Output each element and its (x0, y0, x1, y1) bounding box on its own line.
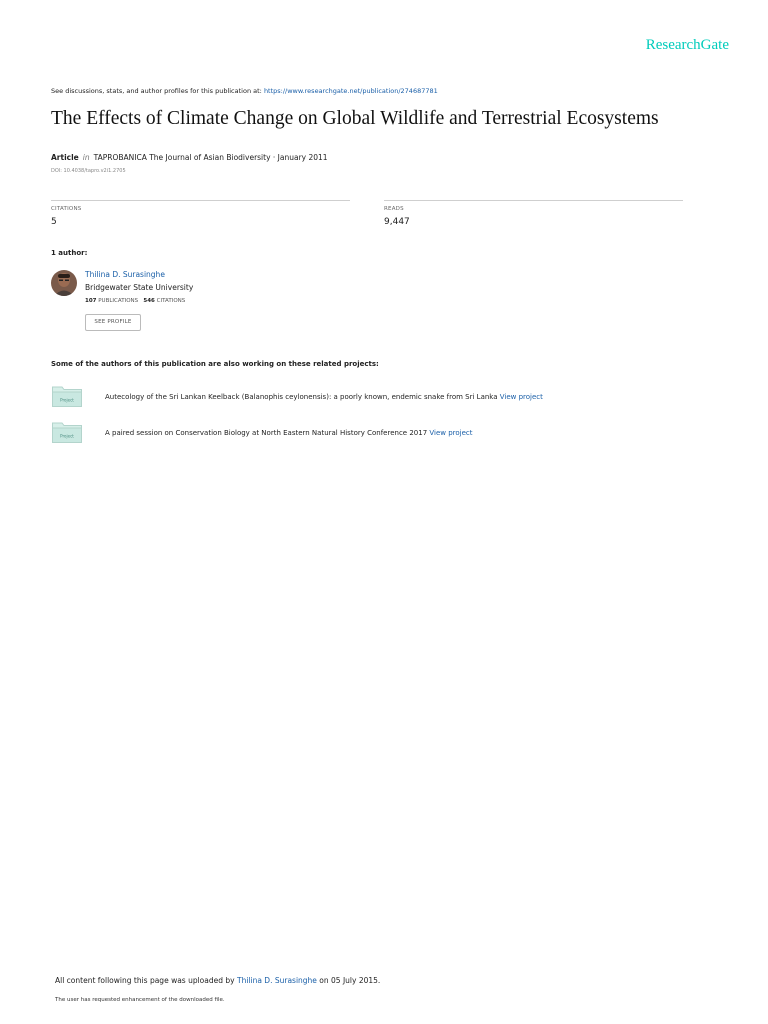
author-publications-label: PUBLICATIONS (98, 298, 139, 304)
project-title: Autecology of the Sri Lankan Keelback (B… (105, 393, 500, 401)
view-project-link[interactable]: View project (500, 393, 543, 401)
view-project-link[interactable]: View project (429, 429, 472, 437)
author-citations-label: CITATIONS (156, 298, 186, 304)
article-meta: Article in TAPROBANICA The Journal of Asia… (51, 153, 328, 162)
discussion-line: See discussions, stats, and author profi… (51, 87, 438, 95)
upload-notice: All content following this page was uplo… (55, 976, 380, 985)
article-doi: DOI: 10.4038/tapro.v2i1.2705 (51, 168, 126, 174)
upload-suffix: on 05 July 2015. (316, 976, 381, 985)
uploader-link[interactable]: Thilina D. Surasinghe (237, 976, 317, 985)
author-stats: 107 PUBLICATIONS 546 CITATIONS (85, 298, 185, 304)
author-name-link[interactable]: Thilina D. Surasinghe (85, 270, 165, 279)
author-publications-count: 107 (85, 298, 97, 304)
related-projects-heading: Some of the authors of this publication … (51, 360, 379, 368)
project-item: Autecology of the Sri Lankan Keelback (B… (105, 393, 543, 401)
discussion-text: See discussions, stats, and author profi… (51, 87, 264, 95)
article-title: The Effects of Climate Change on Global … (51, 108, 659, 129)
authors-heading: 1 author: (51, 249, 88, 257)
project-item: A paired session on Conservation Biology… (105, 429, 473, 437)
author-citations-count: 546 (143, 298, 155, 304)
author-institution: Bridgewater State University (85, 283, 194, 292)
citations-divider (51, 200, 350, 201)
researchgate-logo[interactable]: ResearchGate (646, 37, 729, 54)
project-title: A paired session on Conservation Biology… (105, 429, 430, 437)
enhancement-note: The user has requested enhancement of th… (55, 997, 225, 1003)
reads-value: 9,447 (384, 217, 410, 227)
in-word: in (82, 153, 90, 162)
reads-label: READS (384, 206, 404, 212)
project-icon-label: Project (60, 398, 74, 403)
journal-and-date: TAPROBANICA The Journal of Asian Biodive… (93, 153, 328, 162)
project-folder-icon[interactable]: Project (51, 420, 83, 448)
citations-value: 5 (51, 217, 57, 227)
publication-url-link[interactable]: https://www.researchgate.net/publication… (264, 87, 438, 95)
upload-prefix: All content following this page was uplo… (55, 976, 237, 985)
project-folder-icon[interactable]: Project (51, 384, 83, 412)
see-profile-button[interactable]: SEE PROFILE (85, 314, 141, 331)
author-avatar[interactable] (51, 270, 77, 296)
citations-label: CITATIONS (51, 206, 82, 212)
reads-divider (384, 200, 683, 201)
article-type: Article (51, 153, 79, 162)
project-icon-label: Project (60, 434, 74, 439)
